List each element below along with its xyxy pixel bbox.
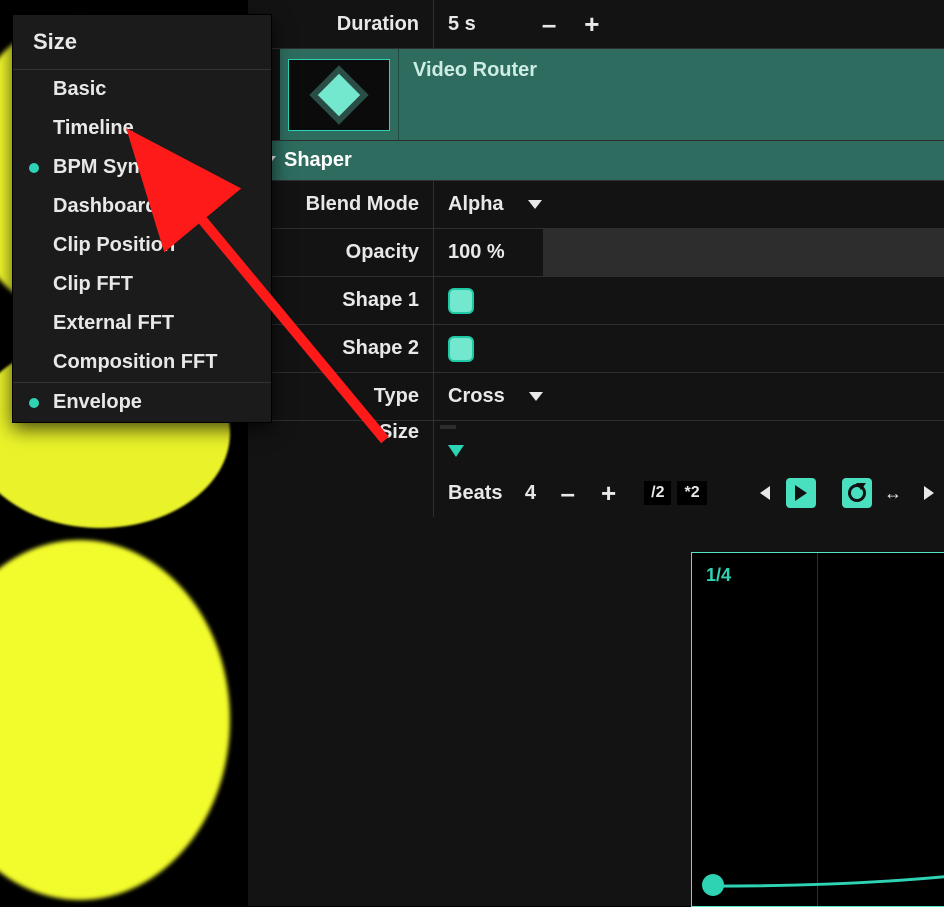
beats-increase[interactable]: + bbox=[591, 478, 626, 509]
shape1-row: Shape 1 bbox=[248, 276, 944, 324]
opacity-control[interactable]: 100 % bbox=[433, 229, 944, 276]
type-dropdown[interactable]: Cross bbox=[433, 373, 944, 420]
menu-item-dashboard[interactable]: Dashboard bbox=[13, 187, 271, 226]
beats-label: Beats bbox=[448, 482, 502, 505]
duration-decrease[interactable]: – bbox=[532, 9, 566, 40]
clip-row[interactable]: Video Router bbox=[248, 48, 944, 140]
next-button[interactable] bbox=[914, 478, 944, 508]
section-title: Shaper bbox=[284, 149, 352, 172]
arrow-left-icon bbox=[760, 486, 770, 500]
duration-row: Duration 5 s – + bbox=[248, 0, 944, 48]
clip-title[interactable]: Video Router bbox=[398, 49, 944, 140]
inspector-panel: Duration 5 s – + Video Router Shaper Ble… bbox=[248, 0, 944, 906]
menu-item-clip-position[interactable]: Clip Position bbox=[13, 226, 271, 265]
menu-item-composition-fft[interactable]: Composition FFT bbox=[13, 343, 271, 382]
duration-value-cell[interactable]: 5 s – + bbox=[433, 0, 944, 48]
loop-button[interactable] bbox=[842, 478, 872, 508]
chevron-down-icon bbox=[529, 392, 543, 401]
section-header-shaper[interactable]: Shaper bbox=[248, 140, 944, 180]
menu-item-external-fft[interactable]: External FFT bbox=[13, 304, 271, 343]
size-context-menu[interactable]: Size Basic Timeline BPM Sync Dashboard C… bbox=[12, 14, 272, 423]
beats-double-button[interactable]: *2 bbox=[677, 481, 706, 505]
blend-mode-label: Blend Mode bbox=[280, 193, 433, 216]
chevron-down-icon bbox=[528, 200, 542, 209]
envelope-curve bbox=[692, 553, 944, 906]
menu-item-clip-fft[interactable]: Clip FFT bbox=[13, 265, 271, 304]
shape2-row: Shape 2 bbox=[248, 324, 944, 372]
type-label: Type bbox=[280, 385, 433, 408]
diamond-icon bbox=[318, 73, 360, 115]
arrow-right-icon bbox=[924, 486, 934, 500]
duration-label: Duration bbox=[248, 13, 433, 36]
shape2-label: Shape 2 bbox=[280, 337, 433, 360]
play-icon bbox=[795, 485, 807, 501]
prev-button[interactable] bbox=[750, 478, 780, 508]
shape1-color-swatch[interactable] bbox=[448, 288, 474, 314]
active-dot-icon bbox=[29, 398, 39, 408]
beats-half-button[interactable]: /2 bbox=[644, 481, 671, 505]
menu-item-envelope[interactable]: Envelope bbox=[13, 383, 271, 422]
opacity-label: Opacity bbox=[280, 241, 433, 264]
mirror-button[interactable]: ↔ bbox=[878, 478, 908, 508]
beats-value[interactable]: 4 bbox=[516, 482, 544, 505]
loop-icon bbox=[848, 484, 866, 502]
clip-thumbnail[interactable] bbox=[288, 59, 390, 131]
size-block: Size Beats 4 – + /2 *2 bbox=[248, 420, 944, 517]
type-value: Cross bbox=[448, 385, 505, 408]
shape1-label: Shape 1 bbox=[280, 289, 433, 312]
menu-item-basic[interactable]: Basic bbox=[13, 70, 271, 109]
opacity-row: Opacity 100 % bbox=[248, 228, 944, 276]
menu-item-timeline[interactable]: Timeline bbox=[13, 109, 271, 148]
blend-mode-value: Alpha bbox=[448, 193, 504, 216]
opacity-slider[interactable] bbox=[543, 229, 944, 276]
context-menu-title: Size bbox=[13, 15, 271, 69]
envelope-node[interactable] bbox=[702, 874, 724, 896]
play-button[interactable] bbox=[786, 478, 816, 508]
menu-item-bpm-sync[interactable]: BPM Sync bbox=[13, 148, 271, 187]
size-timeline[interactable] bbox=[433, 421, 944, 469]
playhead-icon[interactable] bbox=[448, 445, 464, 457]
duration-increase[interactable]: + bbox=[574, 9, 609, 40]
size-label: Size bbox=[280, 421, 433, 469]
blend-mode-row: Blend Mode Alpha bbox=[248, 180, 944, 228]
duration-value: 5 s bbox=[448, 13, 476, 36]
type-row: Type Cross bbox=[248, 372, 944, 420]
active-dot-icon bbox=[29, 163, 39, 173]
shape2-color-swatch[interactable] bbox=[448, 336, 474, 362]
envelope-graph[interactable]: 1/4 2/4 bbox=[691, 552, 944, 907]
beats-decrease[interactable]: – bbox=[550, 478, 584, 509]
blend-mode-dropdown[interactable]: Alpha bbox=[433, 181, 944, 228]
opacity-value: 100 % bbox=[448, 241, 505, 264]
